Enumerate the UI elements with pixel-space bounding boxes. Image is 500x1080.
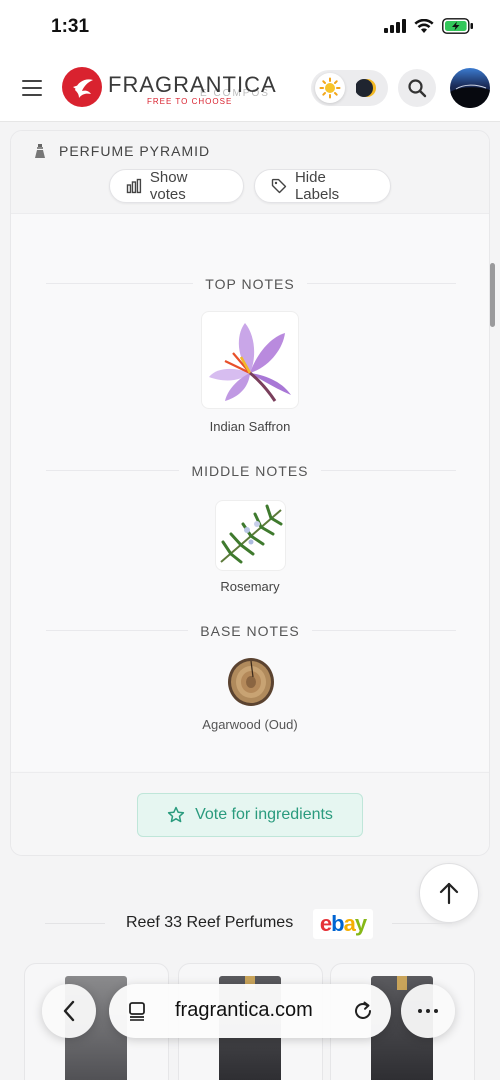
moon-icon[interactable] — [355, 76, 379, 100]
saffron-flower-icon — [209, 323, 291, 402]
address-bar[interactable]: fragrantica.com — [109, 984, 391, 1038]
pyramid-header: PERFUME PYRAMID Show votes Hide Labels — [11, 131, 489, 214]
user-avatar[interactable] — [450, 68, 490, 108]
theme-toggle[interactable] — [311, 70, 388, 106]
perfume-bottle-icon — [35, 144, 45, 158]
note-tile-rosemary[interactable] — [215, 500, 286, 571]
reload-icon[interactable] — [352, 1000, 374, 1022]
browser-toolbar: fragrantica.com — [0, 975, 500, 1055]
note-name: Agarwood (Oud) — [202, 717, 298, 732]
note-tile-saffron[interactable] — [201, 311, 299, 409]
tag-icon — [271, 178, 287, 194]
rosemary-sprig-icon — [219, 504, 282, 563]
ellipsis-icon — [418, 1009, 438, 1013]
page-menu-icon[interactable] — [127, 1001, 147, 1021]
perfume-pyramid-card: PERFUME PYRAMID Show votes Hide Labels T… — [10, 130, 490, 856]
logo-wordmark[interactable]: FRAGRANTICA — [108, 72, 277, 98]
pyramid-footer: Vote for ingredients — [11, 772, 489, 855]
show-votes-button[interactable]: Show votes — [109, 169, 244, 203]
agarwood-slice-icon — [227, 657, 274, 706]
vote-label: Vote for ingredients — [195, 806, 333, 823]
status-icons — [384, 18, 474, 34]
base-notes-heading: BASE NOTES — [11, 619, 489, 643]
search-button[interactable] — [398, 69, 436, 107]
logo-tagline: FREE TO CHOOSE — [147, 97, 233, 106]
battery-charging-icon — [442, 18, 473, 34]
show-votes-label: Show votes — [149, 169, 188, 203]
ebay-logo-letter: e — [319, 911, 332, 936]
divider — [45, 923, 105, 924]
status-bar: 1:31 — [0, 0, 500, 56]
url-text: fragrantica.com — [175, 999, 313, 1021]
site-header: E COMPOS FRAGRANTICA FREE TO CHOOSE — [0, 56, 500, 122]
ebay-logo-letter: b — [331, 911, 344, 936]
sun-icon[interactable] — [315, 73, 345, 103]
ebay-heading-text: Reef 33 Reef Perfumes — [126, 914, 294, 931]
hide-labels-button[interactable]: Hide Labels — [254, 169, 391, 203]
ebay-logo-letter: a — [343, 911, 356, 936]
divider — [392, 923, 452, 924]
middle-notes-heading: MIDDLE NOTES — [11, 459, 489, 483]
ebay-logo-letter: y — [354, 911, 367, 936]
vote-for-ingredients-button[interactable]: Vote for ingredients — [137, 793, 363, 837]
hide-labels-label: Hide Labels — [294, 169, 340, 203]
note-tile-agarwood[interactable] — [225, 656, 276, 707]
note-name: Indian Saffron — [209, 419, 291, 434]
star-icon — [167, 806, 185, 823]
status-time: 1:31 — [51, 16, 90, 37]
ebay-logo[interactable]: ebay — [313, 909, 373, 939]
arrow-up-icon — [439, 882, 459, 905]
hamburger-menu-icon[interactable] — [22, 80, 42, 96]
ebay-section-heading: Reef 33 Reef Perfumes ebay — [0, 906, 500, 942]
notes-area: TOP NOTES Indian Saffron MIDDLE NOTES Ro… — [11, 214, 489, 771]
pyramid-title: PERFUME PYRAMID — [59, 143, 211, 159]
more-options-button[interactable] — [401, 984, 455, 1038]
cellular-signal-icon — [384, 19, 406, 33]
bar-chart-icon — [126, 178, 142, 194]
chevron-left-icon — [63, 1000, 75, 1022]
scrollbar[interactable] — [490, 263, 495, 327]
fragrantica-logo-icon[interactable] — [62, 67, 102, 107]
note-name: Rosemary — [220, 579, 280, 594]
top-notes-heading: TOP NOTES — [11, 272, 489, 296]
back-button[interactable] — [42, 984, 96, 1038]
wifi-icon — [414, 18, 434, 33]
search-icon — [408, 79, 427, 98]
